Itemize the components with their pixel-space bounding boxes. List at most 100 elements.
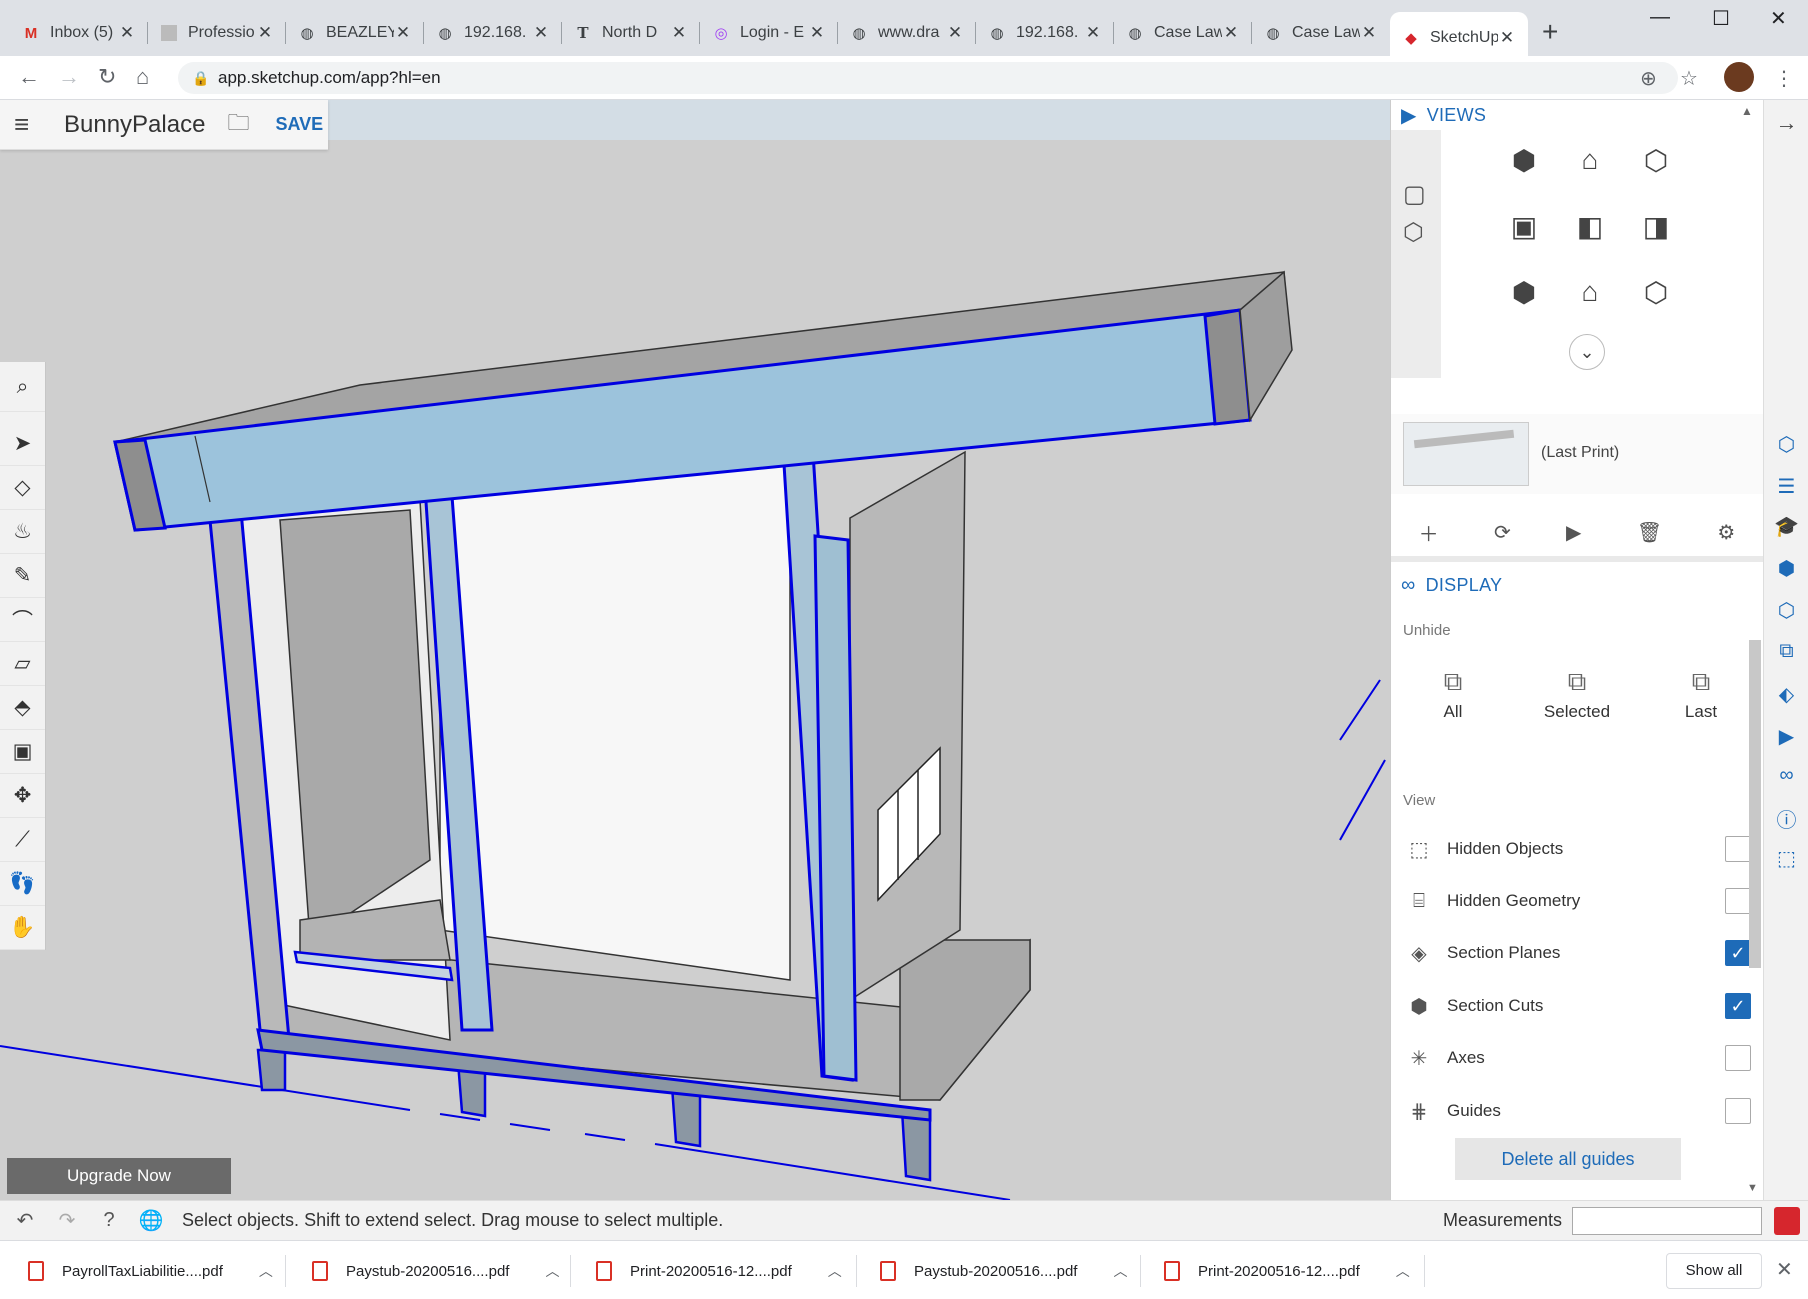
menu-kebab-icon[interactable]: ⋮ (1774, 66, 1794, 91)
download-item[interactable]: Print-20200516-12....pdf ︿ (596, 1251, 842, 1291)
views-header[interactable]: ▶ VIEWS (1401, 100, 1486, 130)
close-tab-icon[interactable]: ✕ (1084, 23, 1102, 43)
section-cuts-checkbox[interactable]: ✓ (1725, 993, 1751, 1019)
trash-icon[interactable]: 🗑 (1637, 520, 1662, 545)
profile-avatar[interactable] (1724, 62, 1754, 92)
download-item[interactable]: Paystub-20200516....pdf ︿ (312, 1251, 559, 1291)
model-viewport[interactable]: ≡ BunnyPalace 🗀 SAVE ⌕ ➤ ◇ ♨ ✎ ⌒ ▱ ⬘ ▣ ✥… (0, 100, 1390, 1200)
unhide-all-button[interactable]: ⧉ All (1398, 666, 1508, 722)
chevron-up-icon[interactable]: ︿ (1396, 1261, 1410, 1281)
axes-checkbox[interactable] (1725, 1045, 1751, 1071)
close-tab-icon[interactable]: ✕ (670, 23, 688, 43)
browser-tab[interactable]: ◍ BEAZLEY ✕ (286, 12, 424, 54)
scene-item[interactable]: (Last Print) (1391, 414, 1763, 494)
section-planes-checkbox[interactable]: ✓ (1725, 940, 1751, 966)
tags-icon[interactable]: ⬖ (1764, 682, 1808, 707)
search-icon[interactable]: ⌕ (0, 362, 45, 412)
home-icon[interactable]: ⌂ (136, 64, 149, 90)
close-tab-icon[interactable]: ✕ (532, 23, 550, 43)
arc-tool-icon[interactable]: ⌒ (0, 598, 45, 642)
chevron-up-icon[interactable]: ︿ (828, 1261, 842, 1281)
walk-tool-icon[interactable]: 👣 (0, 862, 45, 906)
download-item[interactable]: Paystub-20200516....pdf ︿ (880, 1251, 1127, 1291)
solid-inspector-icon[interactable]: ⬚ (1764, 846, 1808, 871)
close-tab-icon[interactable]: ✕ (1360, 23, 1378, 43)
browser-tab[interactable]: ◍ www.dra ✕ (838, 12, 976, 54)
download-item[interactable]: PayrollTaxLiabilitie....pdf ︿ (28, 1251, 273, 1291)
pencil-tool-icon[interactable]: ✎ (0, 554, 45, 598)
back-view-icon[interactable]: ◧ (1557, 208, 1623, 244)
browser-tab[interactable]: ◍ 192.168. ✕ (424, 12, 562, 54)
measurements-input[interactable] (1572, 1207, 1762, 1235)
close-tab-icon[interactable]: ✕ (808, 23, 826, 43)
hamburger-menu-icon[interactable]: ≡ (14, 109, 40, 140)
bottom-view-icon[interactable]: ⬢ (1491, 274, 1557, 310)
save-button[interactable]: SAVE (275, 114, 323, 135)
chevron-down-icon[interactable]: ⌄ (1569, 334, 1605, 370)
move-tool-icon[interactable]: ✥ (0, 774, 45, 818)
globe-icon[interactable]: 🌐 (134, 1208, 168, 1233)
unhide-selected-button[interactable]: ⧉ Selected (1522, 666, 1632, 722)
display-glasses-icon[interactable]: ∞ (1764, 764, 1808, 787)
right-view-icon[interactable]: ▣ (1491, 208, 1557, 244)
browser-tab[interactable]: ◍ Case Law ✕ (1252, 12, 1390, 54)
close-tab-icon[interactable]: ✕ (946, 23, 964, 43)
hidden-objects-checkbox[interactable] (1725, 836, 1751, 862)
folder-icon[interactable]: 🗀 (227, 106, 249, 144)
add-icon[interactable]: ⊕ (1640, 66, 1657, 91)
perspective-icon[interactable]: ⬡ (1403, 218, 1424, 247)
rectangle-tool-icon[interactable]: ▱ (0, 642, 45, 686)
collapse-panel-icon[interactable]: → (1764, 110, 1808, 136)
back-icon[interactable]: ← (18, 64, 40, 90)
unhide-last-button[interactable]: ⧉ Last (1646, 666, 1756, 722)
browser-tab[interactable]: ◍ 192.168. ✕ (976, 12, 1114, 54)
house-iso-view-icon[interactable]: ⬡ (1623, 274, 1689, 310)
browser-tab[interactable]: M Inbox (5) ✕ (10, 12, 148, 54)
panel-scrollbar[interactable] (1749, 640, 1761, 968)
chevron-up-icon[interactable]: ︿ (1113, 1261, 1127, 1281)
top-view-icon[interactable]: ⌂ (1557, 142, 1623, 178)
guides-checkbox[interactable] (1725, 1098, 1751, 1124)
delete-all-guides-button[interactable]: Delete all guides (1455, 1138, 1681, 1180)
scroll-down-icon[interactable]: ▼ (1747, 1182, 1758, 1194)
close-tab-icon[interactable]: ✕ (394, 23, 412, 43)
redo-icon[interactable]: ↷ (50, 1208, 84, 1233)
browser-tab[interactable]: ◍ Case Law ✕ (1114, 12, 1252, 54)
model-info-icon[interactable]: ⓘ (1764, 804, 1808, 833)
document-name[interactable]: BunnyPalace (64, 111, 205, 139)
left-view-icon[interactable]: ◨ (1623, 208, 1689, 244)
outliner-icon[interactable]: ☰ (1764, 474, 1808, 499)
update-scene-icon[interactable]: ⟳ (1494, 520, 1511, 545)
entity-info-icon[interactable]: ⬡ (1764, 432, 1808, 457)
download-item[interactable]: Print-20200516-12....pdf ︿ (1164, 1251, 1410, 1291)
help-icon[interactable]: ? (92, 1209, 126, 1232)
styles-icon[interactable]: ⧉ (1764, 640, 1808, 663)
paint-bucket-icon[interactable]: ♨ (0, 510, 45, 554)
close-tab-icon[interactable]: ✕ (118, 23, 136, 43)
instructor-icon[interactable]: 🎓 (1764, 514, 1808, 539)
address-bar[interactable]: 🔒 app.sketchup.com/app?hl=en (178, 62, 1678, 94)
push-pull-icon[interactable]: ⬘ (0, 686, 45, 730)
components-icon[interactable]: ⬢ (1764, 556, 1808, 581)
offset-tool-icon[interactable]: ▣ (0, 730, 45, 774)
close-tab-icon[interactable]: ✕ (1222, 23, 1240, 43)
add-scene-icon[interactable]: ＋ (1419, 518, 1439, 547)
play-icon[interactable]: ▶ (1566, 520, 1581, 545)
browser-tab[interactable]: ◎ Login - E ✕ (700, 12, 838, 54)
undo-icon[interactable]: ↶ (8, 1208, 42, 1233)
scenes-icon[interactable]: ▶ (1764, 724, 1808, 749)
iso-view-icon[interactable]: ⬢ (1491, 142, 1557, 178)
chevron-up-icon[interactable]: ︿ (545, 1261, 559, 1281)
bookmark-star-icon[interactable]: ☆ (1680, 66, 1698, 91)
select-tool-icon[interactable]: ➤ (0, 422, 45, 466)
front-view-icon[interactable]: ⬡ (1623, 142, 1689, 178)
minimize-icon[interactable]: — (1650, 6, 1670, 29)
hidden-geometry-checkbox[interactable] (1725, 888, 1751, 914)
close-shelf-icon[interactable]: ✕ (1776, 1257, 1793, 1282)
browser-tab[interactable]: T North D ✕ (562, 12, 700, 54)
orbit-tool-icon[interactable]: ✋ (0, 906, 45, 950)
upgrade-now-button[interactable]: Upgrade Now (7, 1158, 231, 1194)
gear-icon[interactable]: ⚙ (1717, 520, 1735, 545)
collapse-up-icon[interactable]: ▲ (1741, 104, 1753, 118)
materials-icon[interactable]: ⬡ (1764, 598, 1808, 623)
